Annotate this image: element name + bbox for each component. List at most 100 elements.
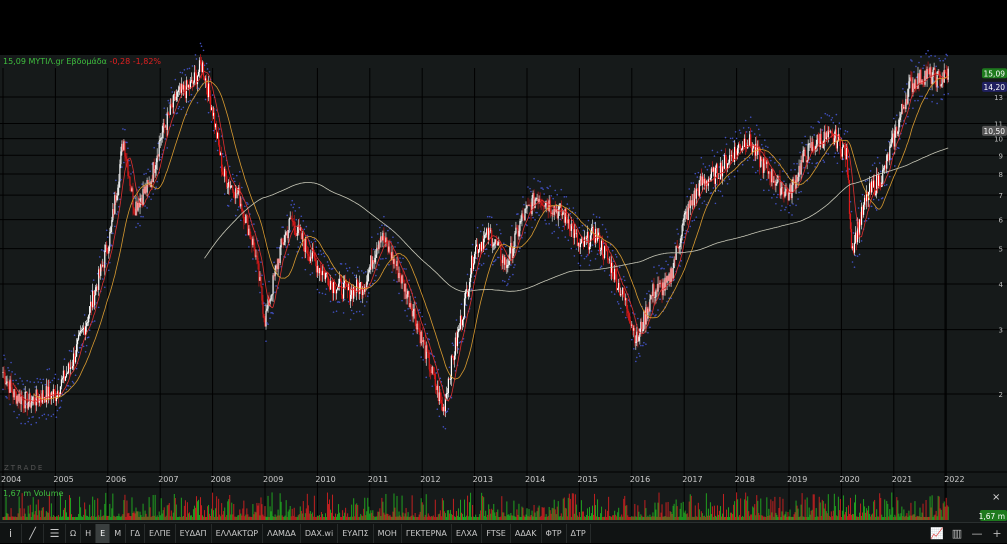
volume-bar — [878, 516, 880, 520]
zoom-in-icon[interactable]: + — [987, 527, 1007, 540]
toolbar-item[interactable]: DAX.wi — [301, 523, 339, 543]
sar-dot — [869, 170, 872, 172]
sar-dot — [792, 203, 794, 205]
volume-bar — [776, 514, 778, 520]
candle-body — [227, 186, 229, 188]
sar-dot — [703, 200, 706, 202]
volume-bar — [880, 497, 882, 520]
zoom-out-icon[interactable]: — — [967, 527, 987, 540]
sar-dot — [100, 249, 103, 251]
toolbar-item[interactable]: ΕΥΑΠΣ — [338, 523, 374, 543]
bar-chart-icon[interactable]: ▥ — [947, 527, 967, 540]
volume-bar — [585, 515, 587, 520]
volume-bar — [576, 515, 578, 520]
volume-bar — [385, 493, 387, 520]
toolbar-item[interactable]: ΓΕΚΤΕΡΝΑ — [402, 523, 452, 543]
candle-body — [875, 193, 877, 195]
volume-bar — [829, 516, 831, 520]
candle-body — [104, 250, 106, 268]
toolbar-item[interactable]: ΦΤΡ — [542, 523, 567, 543]
sar-dot — [760, 143, 763, 146]
draw-line-icon[interactable]: ╱ — [22, 523, 44, 543]
candle-body — [907, 89, 909, 104]
candle-body — [283, 242, 285, 246]
candle-body — [64, 376, 67, 381]
candle-body — [163, 123, 165, 128]
sar-dot — [35, 421, 38, 424]
volume-bar — [487, 514, 489, 520]
volume-bar — [606, 516, 608, 520]
sar-dot — [791, 214, 793, 216]
x-tick-label: 2010 — [315, 475, 335, 484]
sar-dot — [112, 232, 114, 235]
sar-dot — [146, 207, 148, 209]
toolbar-item[interactable]: Ε — [96, 523, 111, 543]
candle-body — [804, 149, 806, 157]
volume-bar — [865, 512, 867, 520]
volume-bar — [534, 512, 536, 520]
candle-body — [176, 92, 178, 97]
sar-dot — [24, 422, 26, 425]
sar-dot — [531, 226, 533, 229]
indicators-icon[interactable]: ☰ — [44, 523, 66, 543]
toolbar-item[interactable]: ΓΔ — [126, 523, 146, 543]
sar-dot — [3, 354, 5, 357]
candle-body — [568, 219, 570, 230]
volume-bar — [79, 496, 81, 520]
volume-bar — [96, 516, 98, 520]
volume-bar — [253, 514, 255, 520]
volume-bar — [736, 492, 738, 520]
candle-body — [237, 192, 239, 194]
toolbar-item[interactable]: ΔΤΡ — [567, 523, 591, 543]
sar-dot — [223, 193, 226, 195]
volume-bar — [291, 508, 293, 520]
volume-bar — [3, 516, 5, 520]
volume-bar — [500, 516, 502, 520]
candle-body — [520, 220, 522, 222]
candle-body — [475, 246, 477, 254]
candle-body — [478, 249, 480, 254]
info-icon[interactable]: i — [0, 523, 22, 543]
sar-dot — [534, 219, 536, 221]
volume-bar — [765, 516, 767, 520]
toolbar-item[interactable]: Ω — [66, 523, 82, 543]
volume-bar — [582, 511, 584, 520]
chart-type-icon[interactable]: 📈 — [927, 527, 947, 540]
toolbar-item[interactable]: ΕΛΠΕ — [145, 523, 176, 543]
sar-dot — [649, 326, 651, 329]
volume-bar — [883, 516, 885, 520]
toolbar-item[interactable]: ΑΔΑΚ — [511, 523, 542, 543]
sar-dot — [564, 236, 567, 238]
volume-bar — [375, 516, 377, 520]
volume-bar — [319, 516, 321, 520]
volume-bar — [560, 513, 562, 520]
sar-dot — [693, 219, 696, 221]
sar-dot — [7, 367, 9, 369]
volume-bar — [332, 494, 334, 520]
sar-dot — [682, 241, 684, 244]
toolbar-item[interactable]: Μ — [110, 523, 127, 543]
toolbar-item[interactable]: ΕΛΧΑ — [452, 523, 483, 543]
volume-bar — [91, 516, 93, 520]
toolbar-item[interactable]: ΛΑΜΔΑ — [263, 523, 301, 543]
close-volume-icon[interactable]: × — [992, 492, 1000, 503]
volume-bar — [494, 512, 496, 520]
x-tick-label: 2014 — [525, 475, 545, 484]
candle-body — [133, 207, 135, 214]
sar-dot — [511, 225, 513, 227]
toolbar-item[interactable]: ΕΛΛΑΚΤΩΡ — [212, 523, 264, 543]
toolbar-item[interactable]: ΕΥΔΑΠ — [176, 523, 212, 543]
volume-bar — [140, 515, 142, 520]
volume-bar — [11, 516, 13, 520]
candle-body — [426, 345, 428, 352]
volume-bar — [42, 507, 44, 520]
volume-bar — [262, 514, 264, 520]
toolbar-item[interactable]: Η — [81, 523, 97, 543]
volume-bar — [651, 516, 653, 520]
volume-bar — [55, 516, 57, 520]
sar-dot — [747, 126, 750, 129]
toolbar-item[interactable]: ΜΟΗ — [374, 523, 402, 543]
toolbar-item[interactable]: FTSE — [482, 523, 511, 543]
sar-dot — [502, 279, 504, 282]
sar-dot — [541, 187, 543, 189]
